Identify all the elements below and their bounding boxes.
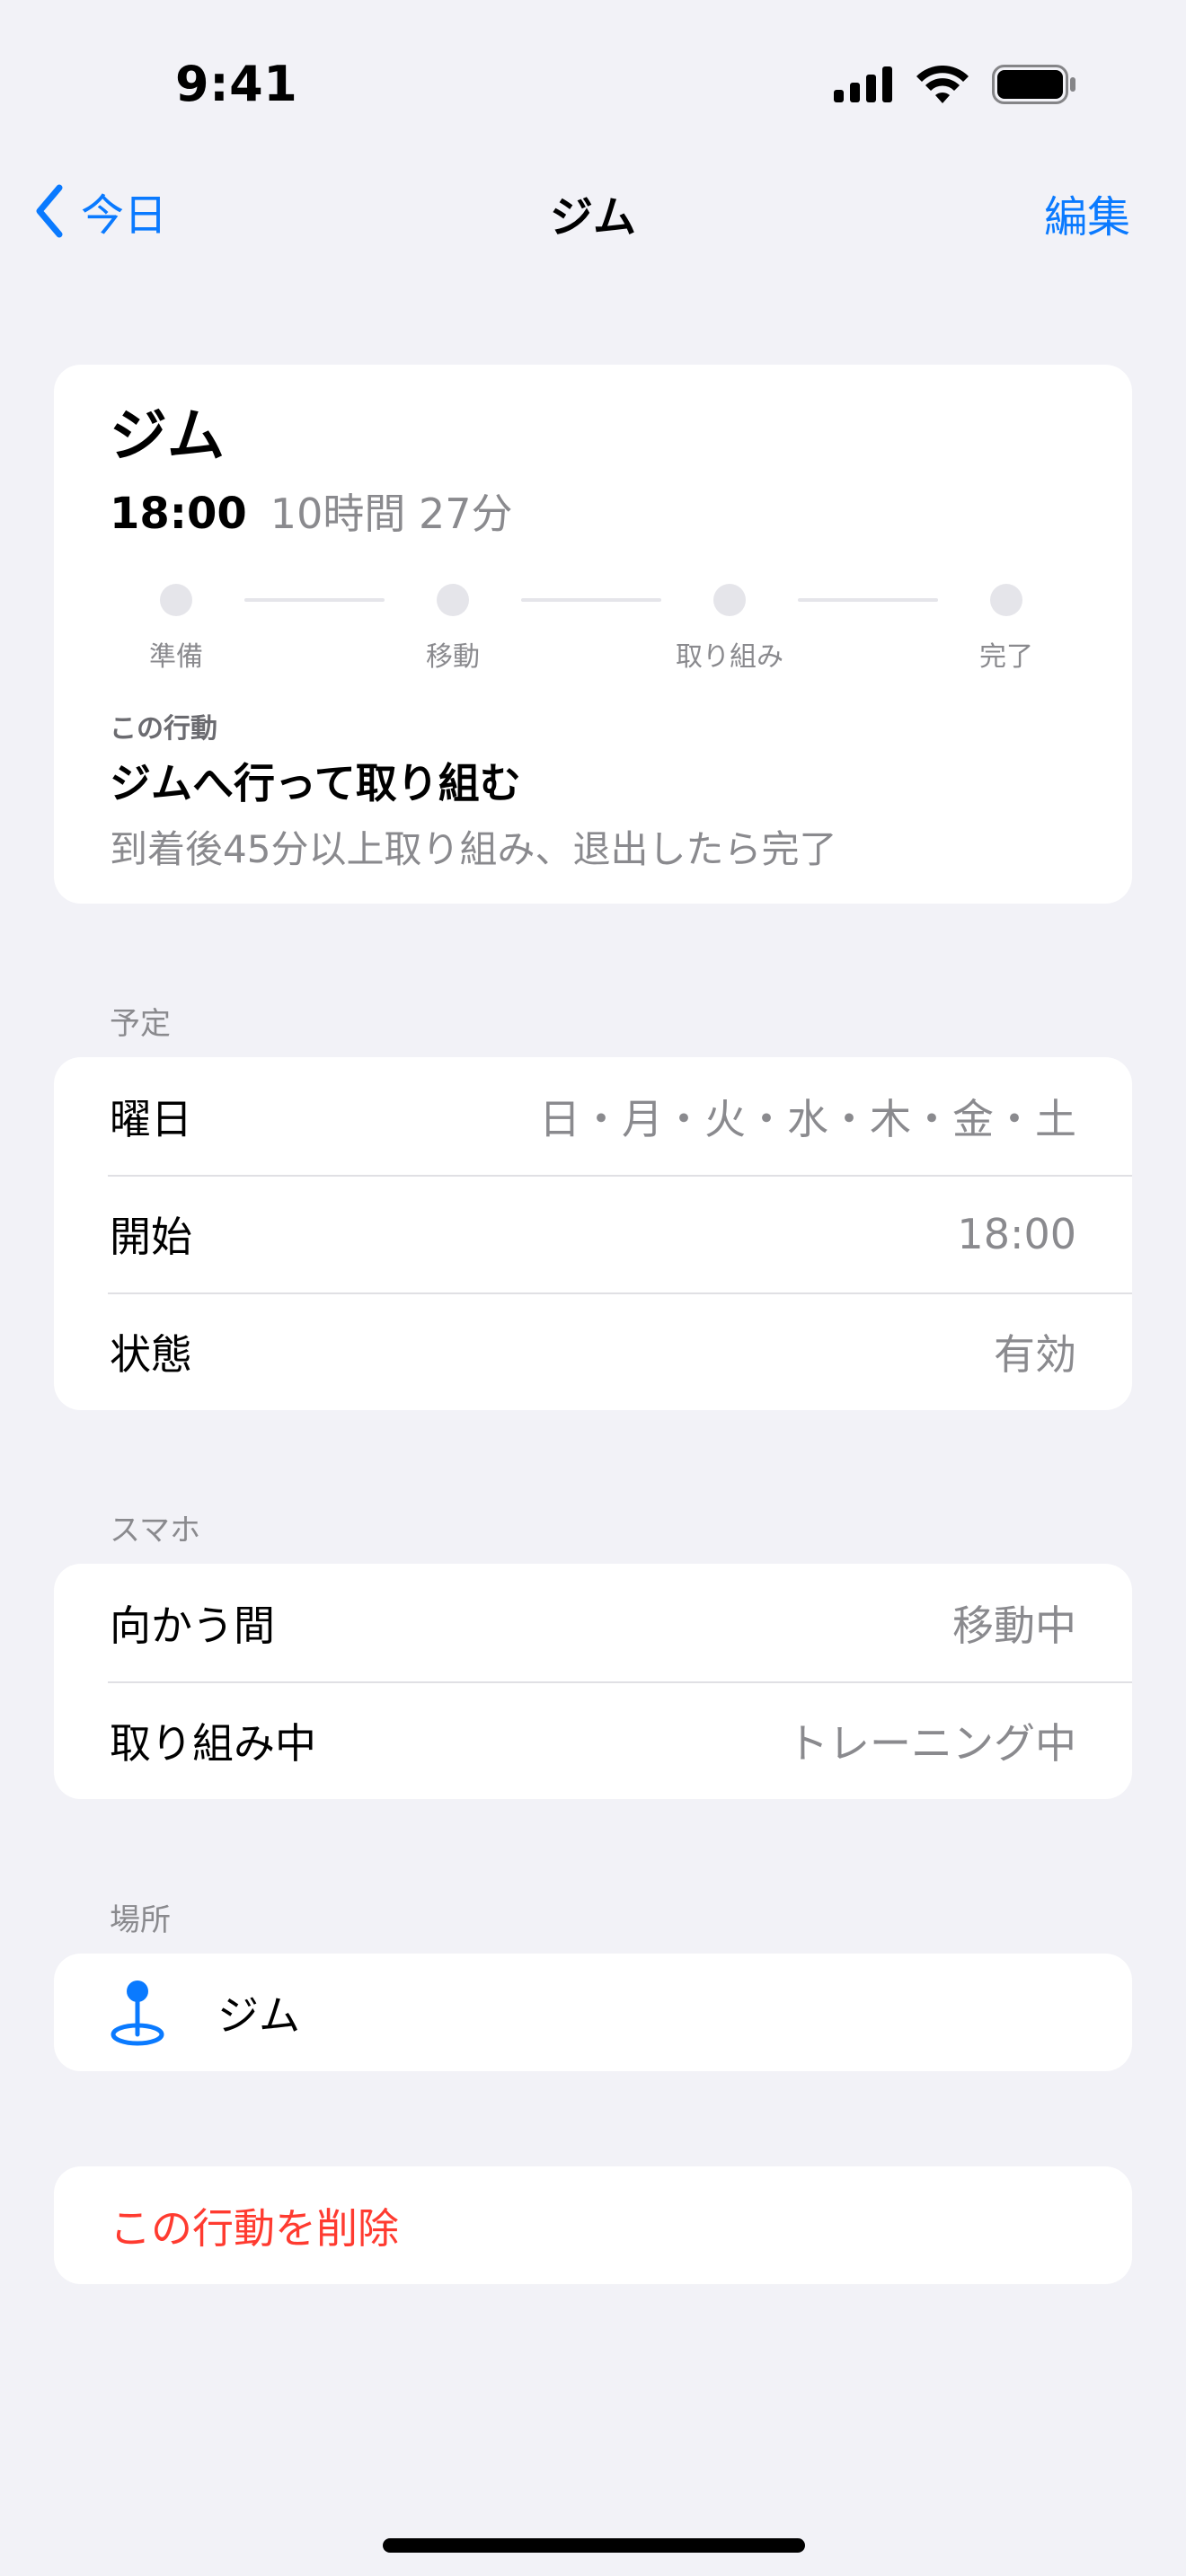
wifi-icon: [916, 66, 969, 103]
step-prepare: 準備: [77, 584, 275, 674]
phone-card: 向かう間 移動中 取り組み中 トレーニング中: [54, 1564, 1132, 1799]
step-work: 取り組み: [631, 584, 828, 674]
progress-stepper: 準備 移動 取り組み 完了: [110, 584, 1076, 692]
location-pin-icon: [111, 1980, 164, 2045]
status-icons: [834, 65, 1076, 104]
row-label: 曜日: [110, 1094, 192, 1143]
step-label: 完了: [979, 641, 1033, 673]
step-dot: [160, 584, 192, 616]
location-row[interactable]: ジム: [54, 1954, 1132, 2071]
location-card: ジム: [54, 1954, 1132, 2071]
phone-header: スマホ: [110, 1513, 200, 1548]
start-time: 18:00: [110, 489, 247, 539]
step-dot: [713, 584, 746, 616]
step-dot: [990, 584, 1022, 616]
phone-row-commute[interactable]: 向かう間 移動中: [54, 1564, 1132, 1681]
time-remaining: 10時間 27分: [270, 490, 513, 538]
action-description: 到着後45分以上取り組み、退出したら完了: [110, 827, 837, 871]
row-value: トレーニング中: [787, 1718, 1076, 1768]
delete-label: この行動を削除: [110, 2203, 399, 2253]
home-indicator: [383, 2538, 805, 2553]
habit-name: ジム: [110, 403, 225, 470]
row-label: 開始: [110, 1212, 192, 1261]
row-value: 日・月・火・水・木・金・土: [539, 1094, 1076, 1143]
row-label: 状態: [110, 1329, 192, 1379]
step-label: 取り組み: [676, 641, 783, 673]
step-move: 移動: [354, 584, 552, 674]
schedule-row-status[interactable]: 状態 有効: [54, 1292, 1132, 1410]
row-label: 取り組み中: [110, 1718, 316, 1768]
schedule-row-start[interactable]: 開始 18:00: [54, 1175, 1132, 1292]
location-header: 場所: [110, 1902, 171, 1938]
step-dot: [437, 584, 469, 616]
delete-card: この行動を削除: [54, 2166, 1132, 2284]
step-label: 準備: [149, 641, 203, 673]
status-time: 9:41: [175, 56, 298, 112]
location-name: ジム: [217, 1990, 300, 2040]
schedule-card: 曜日 日・月・火・水・木・金・土 開始 18:00 状態 有効: [54, 1057, 1132, 1410]
row-value: 18:00: [957, 1209, 1076, 1258]
page-title: ジム: [549, 192, 636, 243]
battery-icon: [992, 65, 1075, 104]
row-value: 移動中: [952, 1601, 1076, 1650]
screen: 9:41 今日 ジム 編集 ジム 18:00 10時間 27分 準備 移動 取り…: [0, 0, 1186, 2576]
schedule-row-days[interactable]: 曜日 日・月・火・水・木・金・土: [54, 1057, 1132, 1175]
row-label: 向かう間: [110, 1601, 275, 1650]
delete-habit-button[interactable]: この行動を削除: [54, 2166, 1132, 2284]
action-title: ジムへ行って取り組む: [110, 759, 521, 807]
action-caption: この行動: [110, 713, 217, 745]
phone-row-working[interactable]: 取り組み中 トレーニング中: [54, 1681, 1132, 1799]
time-row: 18:00 10時間 27分: [110, 481, 1076, 541]
step-label: 移動: [426, 641, 480, 673]
edit-button[interactable]: 編集: [1044, 181, 1130, 244]
step-done: 完了: [907, 584, 1105, 674]
schedule-header: 予定: [110, 1006, 171, 1042]
cellular-signal-icon: [834, 66, 892, 102]
summary-card: ジム 18:00 10時間 27分 準備 移動 取り組み 完了 この行動 ジムへ…: [54, 365, 1132, 904]
row-value: 有効: [994, 1329, 1076, 1379]
